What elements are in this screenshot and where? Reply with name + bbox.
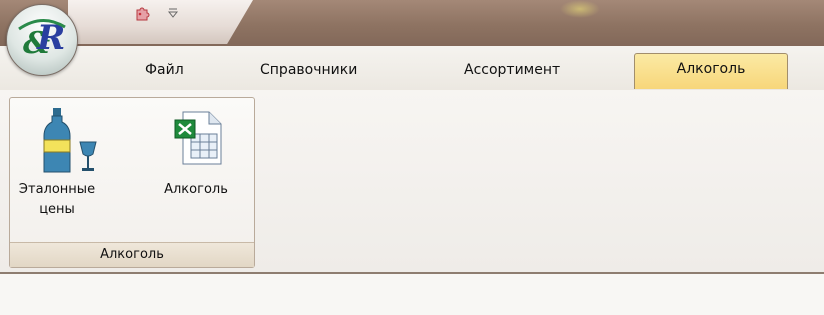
app-menu-button[interactable]: & R: [6, 4, 78, 76]
alcohol-button-label: Алкоголь: [164, 182, 228, 197]
bottle-glass-icon: [43, 108, 97, 173]
title-bar: [0, 0, 824, 46]
title-glow: [560, 0, 600, 18]
tab-assortment[interactable]: Ассортимент: [464, 60, 560, 80]
ribbon-panel: Эталонные цены Алкоголь Алкоголь: [0, 90, 824, 274]
tab-file[interactable]: Файл: [145, 60, 184, 80]
quick-access-toolbar: [68, 0, 253, 44]
reference-prices-button[interactable]: Эталонные цены: [12, 102, 146, 228]
ribbon-group-alcohol: Эталонные цены Алкоголь Алкоголь: [9, 97, 255, 268]
dropdown-arrow-icon[interactable]: [163, 4, 183, 22]
excel-icon: [174, 111, 222, 165]
tab-alcohol[interactable]: Алкоголь: [634, 53, 788, 89]
ribbon-group-label: Алкоголь: [10, 242, 254, 267]
alcohol-excel-button[interactable]: Алкоголь: [144, 102, 248, 228]
ribbon-tab-bar: Файл Справочники Ассортимент Алкоголь: [0, 46, 824, 91]
workspace-area: [0, 274, 824, 315]
tab-directories[interactable]: Справочники: [260, 60, 357, 80]
puzzle-icon[interactable]: [132, 4, 152, 22]
reference-prices-label: Эталонные цены: [18, 182, 96, 217]
app-logo-icon: & R: [18, 18, 66, 61]
